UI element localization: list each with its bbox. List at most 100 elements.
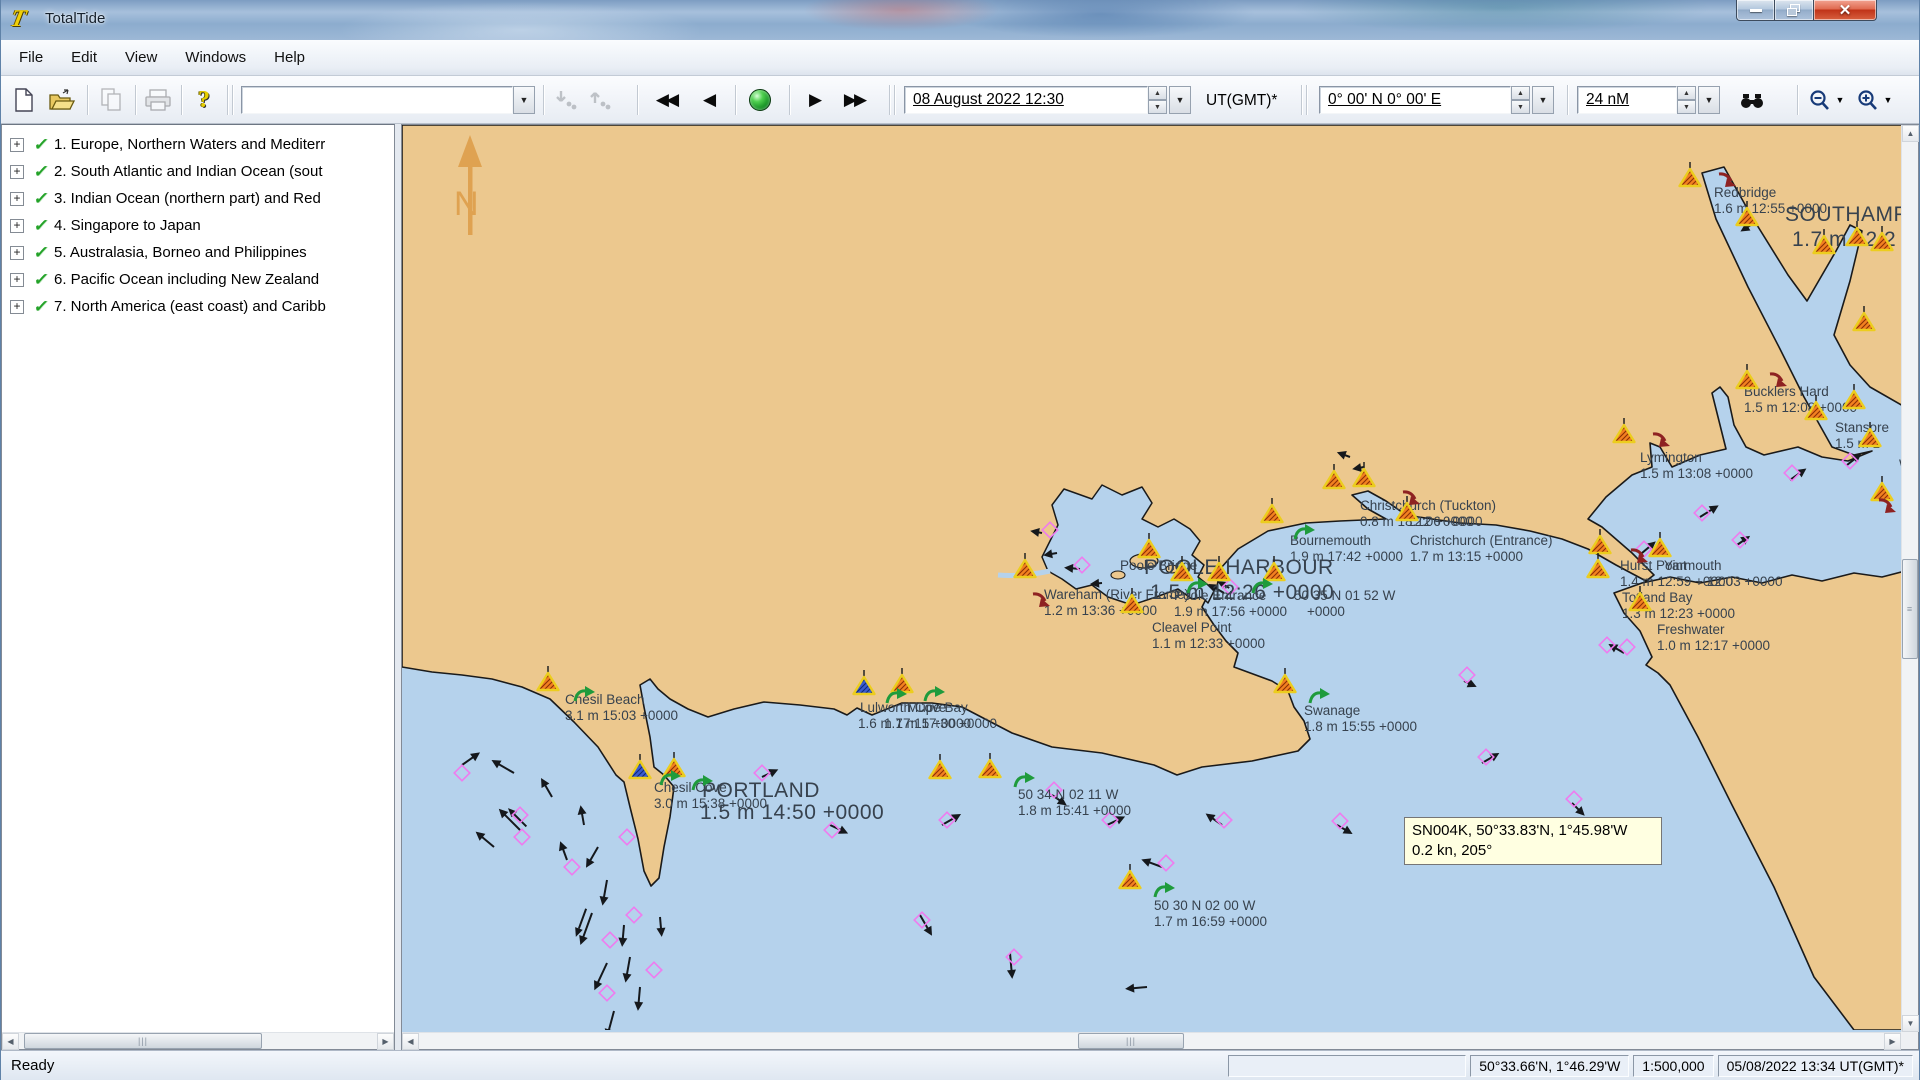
position-dropdown[interactable]: ▼ xyxy=(1532,86,1554,114)
tooltip-line1: SN004K, 50°33.83'N, 1°45.98'W xyxy=(1412,821,1654,841)
help-button[interactable]: ? xyxy=(189,84,219,116)
scrollbar-corner xyxy=(1901,1032,1918,1049)
check-icon: ✓ xyxy=(32,270,54,290)
app-window: T TotalTide ✕ FileEditViewWindowsHelp ? xyxy=(0,0,1920,1080)
tree-item-4[interactable]: +✓4. Singapore to Japan xyxy=(2,212,394,239)
status-scale: 1:500,000 xyxy=(1633,1055,1713,1077)
station-label: 1.8 m 15:55 +0000 xyxy=(1304,719,1417,734)
station-label: +0000 xyxy=(1307,604,1345,619)
sidebar-hscrollbar[interactable]: ◀ ||| ▶ xyxy=(2,1032,394,1049)
chart-canvas[interactable]: Redbridge1.6 m 12:55 +0000SOUTHAMPTO1.7 … xyxy=(402,125,1905,1030)
station-combobox[interactable] xyxy=(241,86,513,114)
tree-item-5[interactable]: +✓5. Australasia, Borneo and Philippines xyxy=(2,239,394,266)
titlebar: T TotalTide ✕ xyxy=(1,0,1919,40)
expand-icon[interactable]: + xyxy=(10,273,24,287)
map-vscroll-thumb[interactable]: ≡ xyxy=(1902,559,1918,659)
print-button[interactable] xyxy=(143,84,173,116)
check-icon: ✓ xyxy=(32,297,54,317)
expand-icon[interactable]: + xyxy=(10,165,24,179)
main-content: +✓1. Europe, Northern Waters and Mediter… xyxy=(1,124,1919,1050)
expand-icon[interactable]: + xyxy=(10,246,24,260)
expand-icon[interactable]: + xyxy=(10,138,24,152)
caption-buttons: ✕ xyxy=(1736,0,1877,21)
range-dropdown[interactable]: ▼ xyxy=(1698,86,1720,114)
station-label: 50 30 N 02 00 W xyxy=(1154,898,1256,913)
station-label: Stansore xyxy=(1835,420,1889,435)
menu-item-help[interactable]: Help xyxy=(260,43,319,72)
tree-item-label: 7. North America (east coast) and Caribb xyxy=(54,298,326,315)
check-icon: ✓ xyxy=(32,162,54,182)
range-spinner[interactable]: ▲▼ xyxy=(1677,86,1696,114)
copy-button[interactable] xyxy=(97,84,127,116)
map-scroll-right[interactable]: ▶ xyxy=(1884,1033,1901,1050)
station-label: 1.5 m 12:08 +0000 xyxy=(1744,400,1857,415)
svg-text:N: N xyxy=(454,185,479,223)
station-combobox-dropdown[interactable]: ▼ xyxy=(513,86,535,114)
zoom-out-dropdown[interactable]: ▼ xyxy=(1833,84,1847,116)
copy-icon xyxy=(101,88,123,112)
map-scroll-up[interactable]: ▲ xyxy=(1902,125,1919,142)
rewind-button[interactable]: ◀◀ xyxy=(651,84,681,116)
sidebar-scroll-left[interactable]: ◀ xyxy=(2,1033,19,1050)
now-button[interactable] xyxy=(745,84,775,116)
close-button[interactable]: ✕ xyxy=(1813,0,1877,21)
station-label: Yarmouth xyxy=(1664,558,1722,573)
walk-down-icon xyxy=(554,89,578,111)
map-scroll-left[interactable]: ◀ xyxy=(402,1033,419,1050)
walk-up-icon xyxy=(588,89,612,111)
new-button[interactable] xyxy=(9,84,39,116)
tree-item-3[interactable]: +✓3. Indian Ocean (northern part) and Re… xyxy=(2,185,394,212)
tooltip-line2: 0.2 kn, 205° xyxy=(1412,841,1654,861)
datetime-spinner[interactable]: ▲▼ xyxy=(1148,86,1167,114)
expand-icon[interactable]: + xyxy=(10,219,24,233)
menu-item-view[interactable]: View xyxy=(111,43,171,72)
tree-item-7[interactable]: + ✓7. North America (east coast) and Cari… xyxy=(2,293,394,320)
menu-item-file[interactable]: File xyxy=(5,43,57,72)
step-forward-button[interactable]: ▶ xyxy=(799,84,829,116)
expand-icon[interactable]: + xyxy=(10,300,24,314)
station-label: 1.8 m 15:41 +0000 xyxy=(1018,803,1131,818)
station-label: Cleavel Point xyxy=(1152,620,1232,635)
menu-item-edit[interactable]: Edit xyxy=(57,43,111,72)
tree-item-1[interactable]: +✓1. Europe, Northern Waters and Mediter… xyxy=(2,131,394,158)
station-label: Bournemouth xyxy=(1290,533,1371,548)
map-scroll-down[interactable]: ▼ xyxy=(1902,1015,1919,1032)
datetime-input[interactable]: 08 August 2022 12:30 xyxy=(904,86,1148,114)
zoom-out-icon xyxy=(1809,89,1831,111)
sidebar-scroll-right[interactable]: ▶ xyxy=(377,1033,394,1050)
range-input[interactable]: 24 nM xyxy=(1577,86,1677,114)
zoom-in-icon xyxy=(1857,89,1879,111)
zoom-in-button[interactable] xyxy=(1855,84,1881,116)
step-back-button[interactable]: ◀ xyxy=(693,84,723,116)
tree-item-6[interactable]: +✓6. Pacific Ocean including New Zealand xyxy=(2,266,394,293)
expand-icon[interactable]: + xyxy=(10,192,24,206)
zoom-out-button[interactable] xyxy=(1807,84,1833,116)
open-button[interactable] xyxy=(47,84,77,116)
sidebar-scroll-thumb[interactable]: ||| xyxy=(24,1033,262,1049)
station-label: Lymington xyxy=(1640,450,1702,465)
minimize-button[interactable] xyxy=(1736,0,1775,21)
find-button[interactable] xyxy=(1737,84,1767,116)
map-hscroll-thumb[interactable]: ||| xyxy=(1078,1033,1184,1049)
position-input[interactable]: 0° 00' N 0° 00' E xyxy=(1319,86,1511,114)
restore-button[interactable] xyxy=(1775,0,1813,21)
zoom-in-dropdown[interactable]: ▼ xyxy=(1881,84,1895,116)
tree-item-2[interactable]: +✓2. South Atlantic and Indian Ocean (so… xyxy=(2,158,394,185)
station-label: 50 34 N 02 11 W xyxy=(1018,787,1119,802)
goto-next-station-button[interactable] xyxy=(585,84,615,116)
printer-icon xyxy=(145,89,171,111)
station-label: 3.1 m 15:03 +0000 xyxy=(565,708,678,723)
map-vscrollbar[interactable]: ▲ ≡ ▼ xyxy=(1901,125,1918,1032)
menu-item-windows[interactable]: Windows xyxy=(171,43,260,72)
area-tree: +✓1. Europe, Northern Waters and Mediter… xyxy=(2,125,394,1049)
station-label: Christchurch (Entrance) xyxy=(1410,533,1553,548)
fast-forward-button[interactable]: ▶▶ xyxy=(839,84,869,116)
window-title: TotalTide xyxy=(45,10,105,27)
datetime-dropdown[interactable]: ▼ xyxy=(1169,86,1191,114)
map-hscrollbar[interactable]: ◀ ||| ▶ xyxy=(402,1032,1901,1049)
position-spinner[interactable]: ▲▼ xyxy=(1511,86,1530,114)
rewind-icon: ◀◀ xyxy=(656,90,676,110)
goto-prev-station-button[interactable] xyxy=(551,84,581,116)
chart-view: Redbridge1.6 m 12:55 +0000SOUTHAMPTO1.7 … xyxy=(401,124,1919,1050)
station-label: POOLE HARBOUR xyxy=(1144,556,1334,579)
